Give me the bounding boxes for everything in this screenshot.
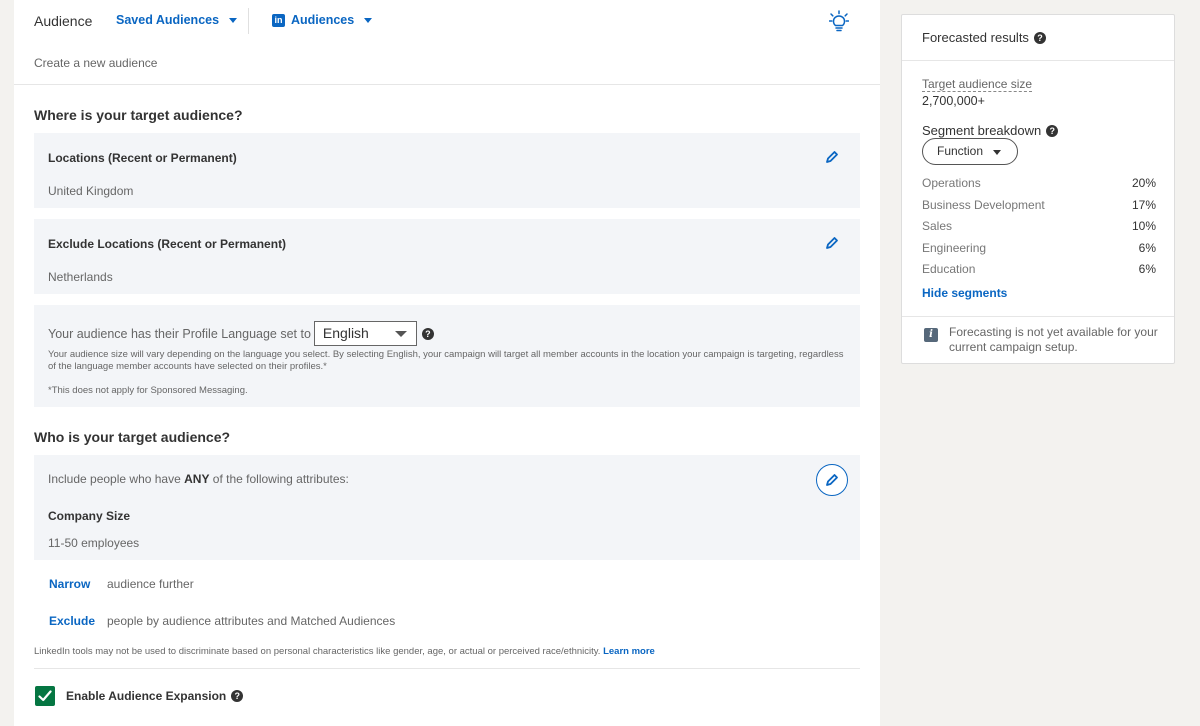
locations-label: Locations (Recent or Permanent) xyxy=(48,151,237,165)
narrow-audience-link[interactable]: Narrow xyxy=(49,577,90,591)
audiences-dropdown[interactable]: in Audiences xyxy=(272,13,373,27)
profile-language-card: Your audience has their Profile Language… xyxy=(34,305,860,407)
locations-card: Locations (Recent or Permanent) United K… xyxy=(34,133,860,208)
profile-language-line: Your audience has their Profile Language… xyxy=(48,321,434,346)
legal-notice: LinkedIn tools may not be used to discri… xyxy=(34,646,655,657)
segment-row: Engineering 6% xyxy=(922,241,1156,255)
language-note: Your audience size will vary depending o… xyxy=(48,349,844,372)
learn-more-link[interactable]: Learn more xyxy=(603,646,655,657)
edit-locations-pencil-icon[interactable] xyxy=(825,150,839,164)
segment-row: Operations 20% xyxy=(922,176,1156,190)
audience-title: Audience xyxy=(34,13,93,29)
segment-name: Operations xyxy=(922,176,981,190)
segment-value: 17% xyxy=(1131,198,1156,212)
divider xyxy=(902,316,1174,317)
profile-language-prefix: Your audience has their Profile Language… xyxy=(48,326,311,341)
audience-expansion-row: Enable Audience Expansion ? xyxy=(66,689,244,703)
divider xyxy=(34,668,860,669)
audience-header: Audience Saved Audiences in Audiences Cr… xyxy=(14,0,880,85)
segment-value: 10% xyxy=(1131,219,1156,233)
help-icon[interactable]: ? xyxy=(421,327,434,340)
edit-exclude-locations-pencil-icon[interactable] xyxy=(825,236,839,250)
where-section-title: Where is your target audience? xyxy=(34,107,243,123)
create-audience-subtitle: Create a new audience xyxy=(34,56,158,70)
segment-name: Engineering xyxy=(922,241,987,255)
include-rule: Include people who have ANY of the follo… xyxy=(48,472,349,486)
pencil-icon xyxy=(826,474,838,486)
help-icon[interactable]: ? xyxy=(1046,124,1059,137)
audiences-label: Audiences xyxy=(291,13,355,27)
hide-segments-link[interactable]: Hide segments xyxy=(922,286,1007,300)
audience-expansion-label: Enable Audience Expansion xyxy=(66,689,227,703)
chevron-down-icon xyxy=(394,331,407,337)
company-size-value: 11-50 employees xyxy=(48,536,140,550)
profile-language-selected: English xyxy=(322,325,369,341)
segment-row: Education 6% xyxy=(922,262,1156,276)
segment-breakdown-heading: Segment breakdown ? xyxy=(922,123,1059,138)
target-audience-size-label[interactable]: Target audience size xyxy=(922,77,1033,92)
checkmark-icon xyxy=(38,690,52,702)
exclude-people-link[interactable]: Exclude xyxy=(49,614,95,628)
audience-main-panel: Audience Saved Audiences in Audiences Cr… xyxy=(14,0,880,726)
segment-value: 20% xyxy=(1131,176,1156,190)
help-icon[interactable]: ? xyxy=(1033,31,1046,44)
exclude-people-text: people by audience attributes and Matche… xyxy=(107,614,396,628)
include-any: ANY xyxy=(184,472,210,486)
audience-expansion-checkbox[interactable] xyxy=(35,686,55,706)
legal-text: LinkedIn tools may not be used to discri… xyxy=(34,646,601,657)
attributes-card: Include people who have ANY of the follo… xyxy=(34,455,860,560)
target-audience-size-value: 2,700,000+ xyxy=(922,94,985,108)
forecasted-results-panel: Forecasted results ? Target audience siz… xyxy=(901,14,1175,364)
who-section-title: Who is your target audience? xyxy=(34,429,231,445)
include-suffix: of the following attributes: xyxy=(209,472,349,486)
language-footnote: *This does not apply for Sponsored Messa… xyxy=(48,385,248,396)
chevron-down-icon xyxy=(364,17,373,23)
segment-breakdown-title: Segment breakdown xyxy=(922,123,1042,138)
segment-value: 6% xyxy=(1138,262,1156,276)
lightbulb-icon[interactable] xyxy=(829,10,849,32)
chevron-down-icon xyxy=(229,17,238,23)
company-size-label: Company Size xyxy=(48,509,131,523)
info-icon: i xyxy=(924,328,938,342)
profile-language-select[interactable]: English xyxy=(313,321,417,346)
include-prefix: Include people who have xyxy=(48,472,185,486)
segment-row: Sales 10% xyxy=(922,219,1156,233)
locations-value: United Kingdom xyxy=(48,184,134,198)
segment-name: Sales xyxy=(922,219,953,233)
forecast-info-text: Forecasting is not yet available for you… xyxy=(949,325,1158,354)
help-icon[interactable]: ? xyxy=(231,690,244,702)
segment-name: Education xyxy=(922,262,976,276)
saved-audiences-dropdown[interactable]: Saved Audiences xyxy=(116,13,238,27)
narrow-audience-text: audience further xyxy=(107,577,194,591)
exclude-locations-label: Exclude Locations (Recent or Permanent) xyxy=(48,237,287,251)
segment-function-dropdown[interactable]: Function xyxy=(922,138,1018,165)
segment-function-label: Function xyxy=(937,144,984,158)
chevron-down-icon xyxy=(993,150,1001,155)
forecast-header: Forecasted results ? xyxy=(902,15,1174,61)
segment-row: Business Development 17% xyxy=(922,198,1156,212)
segment-name: Business Development xyxy=(922,198,1045,212)
segment-value: 6% xyxy=(1138,241,1156,255)
forecast-title: Forecasted results xyxy=(922,30,1029,45)
linkedin-logo-icon: in xyxy=(272,13,285,27)
header-divider xyxy=(248,8,249,34)
exclude-locations-card: Exclude Locations (Recent or Permanent) … xyxy=(34,219,860,294)
edit-attributes-button[interactable] xyxy=(816,464,848,496)
exclude-locations-value: Netherlands xyxy=(48,270,113,284)
saved-audiences-label: Saved Audiences xyxy=(116,13,220,27)
